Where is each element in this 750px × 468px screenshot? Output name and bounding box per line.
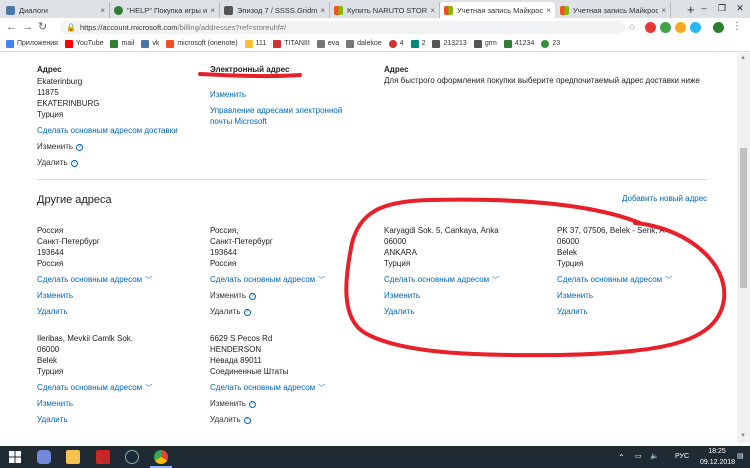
site-icon (503, 39, 512, 48)
scroll-down-icon[interactable]: ▼ (740, 433, 746, 439)
bookmark-onenote[interactable]: microsoft (onenote) (166, 39, 238, 48)
discord-icon[interactable] (37, 450, 51, 464)
close-icon[interactable]: × (661, 6, 666, 15)
close-icon[interactable]: × (430, 6, 435, 15)
microsoft-icon (560, 5, 569, 15)
vk-icon (141, 39, 150, 48)
site-icon (541, 39, 550, 48)
bookmark-4[interactable]: 4 (388, 39, 404, 48)
browser-toolbar: ← → ↻ 🔒 https://account.microsoft.com/bi… (0, 18, 750, 36)
minimize-button[interactable]: – (695, 0, 713, 16)
bookmark-111[interactable]: 111 (244, 39, 266, 48)
star-icon[interactable]: ☆ (628, 22, 636, 33)
document-icon (316, 39, 325, 48)
vk-icon (6, 5, 15, 15)
microsoft-icon (334, 5, 343, 15)
clock[interactable]: 18:25 09.12.2018 (700, 446, 735, 468)
network-icon[interactable]: ▭ (635, 451, 642, 462)
tab-account[interactable]: Учетная запись Майкросо × (556, 2, 671, 18)
bookmark-apps[interactable]: Приложения (6, 39, 58, 48)
xbox-icon (114, 5, 123, 15)
file-explorer-icon[interactable] (66, 450, 80, 464)
page-content: Адрес Ekaterinburg 11875 EKATERINBURG Ту… (0, 53, 737, 443)
lock-icon: 🔒 (66, 23, 76, 32)
document-icon (346, 39, 355, 48)
new-tab-button[interactable]: + (687, 2, 695, 17)
windows-start-icon[interactable] (8, 450, 22, 464)
tab-episode[interactable]: Эпизод 7 / SSSS.Gridman × (220, 2, 330, 18)
close-icon[interactable]: × (100, 6, 105, 15)
bookmark-youtube[interactable]: YouTube (64, 39, 103, 48)
bookmarks-bar: Приложения YouTube mail vk microsoft (on… (0, 36, 750, 52)
close-icon[interactable]: × (546, 6, 551, 15)
bookmark-41234[interactable]: 41234 (503, 39, 534, 48)
annotation-overlay (198, 72, 727, 358)
bookmark-mail[interactable]: mail (110, 39, 134, 48)
menu-icon[interactable]: ⋮ (732, 20, 742, 34)
app-icon[interactable] (96, 450, 110, 464)
youtube-icon (64, 39, 73, 48)
document-icon (432, 39, 441, 48)
microsoft-icon (166, 39, 175, 48)
notifications-icon[interactable]: ▤ (737, 451, 744, 462)
chevron-up-icon[interactable]: ⌃ (618, 452, 625, 463)
bookmark-2[interactable]: 2 (410, 39, 425, 48)
red-circle-annotation (344, 197, 727, 358)
apps-icon (6, 39, 14, 48)
extension-icon[interactable] (675, 22, 686, 33)
close-icon[interactable]: × (210, 6, 215, 15)
close-icon[interactable]: × (320, 6, 325, 15)
tab-dialogs[interactable]: Диалоги × (2, 2, 110, 18)
mail-icon (110, 39, 119, 48)
scrollbar-thumb[interactable] (740, 148, 747, 288)
site-icon (224, 5, 233, 15)
site-icon (410, 39, 419, 48)
bookmark-213213[interactable]: 213213 (432, 39, 467, 48)
address-bar[interactable]: 🔒 https://account.microsoft.com/billing/… (60, 21, 625, 34)
scrollbar[interactable]: ▲ ▼ (737, 53, 750, 443)
window-close-button[interactable]: ✕ (731, 0, 749, 16)
bookmark-vk[interactable]: vk (141, 39, 159, 48)
site-icon (388, 39, 397, 48)
document-icon (473, 39, 482, 48)
extension-icon[interactable] (690, 22, 701, 33)
bookmark-grm[interactable]: grm (473, 39, 497, 48)
site-icon (273, 39, 282, 48)
steam-icon[interactable] (125, 450, 139, 464)
tab-strip: Диалоги × "HELP" Покупка игры из д × Эпи… (0, 0, 750, 18)
bookmark-23[interactable]: 23 (541, 39, 560, 48)
tab-account-active[interactable]: Учетная запись Майкрос × (440, 2, 555, 18)
microsoft-icon (444, 5, 453, 15)
chrome-icon[interactable] (154, 450, 168, 464)
red-underline-annotation (198, 72, 302, 79)
folder-icon (244, 39, 253, 48)
volume-icon[interactable]: 🔈 (650, 451, 659, 462)
back-button[interactable]: ← (6, 20, 17, 34)
bookmark-eva[interactable]: eva (316, 39, 339, 48)
reload-button[interactable]: ↻ (38, 20, 47, 34)
scroll-up-icon[interactable]: ▲ (740, 55, 746, 61)
opera-icon[interactable] (645, 22, 656, 33)
tab-naruto[interactable]: Купить NARUTO STORM 4 × (330, 2, 440, 18)
tab-help[interactable]: "HELP" Покупка игры из д × (110, 2, 220, 18)
maximize-button[interactable]: ❐ (713, 0, 731, 16)
forward-button[interactable]: → (22, 20, 33, 34)
extension-icon[interactable] (660, 22, 671, 33)
language-indicator[interactable]: РУС (675, 451, 689, 462)
taskbar: ⌃ ▭ 🔈 РУС 18:25 09.12.2018 ▤ (0, 446, 750, 468)
bookmark-dalekoe[interactable]: dalekoe (346, 39, 382, 48)
bookmark-titan[interactable]: TITANIII (273, 39, 310, 48)
profile-avatar[interactable] (713, 22, 724, 33)
